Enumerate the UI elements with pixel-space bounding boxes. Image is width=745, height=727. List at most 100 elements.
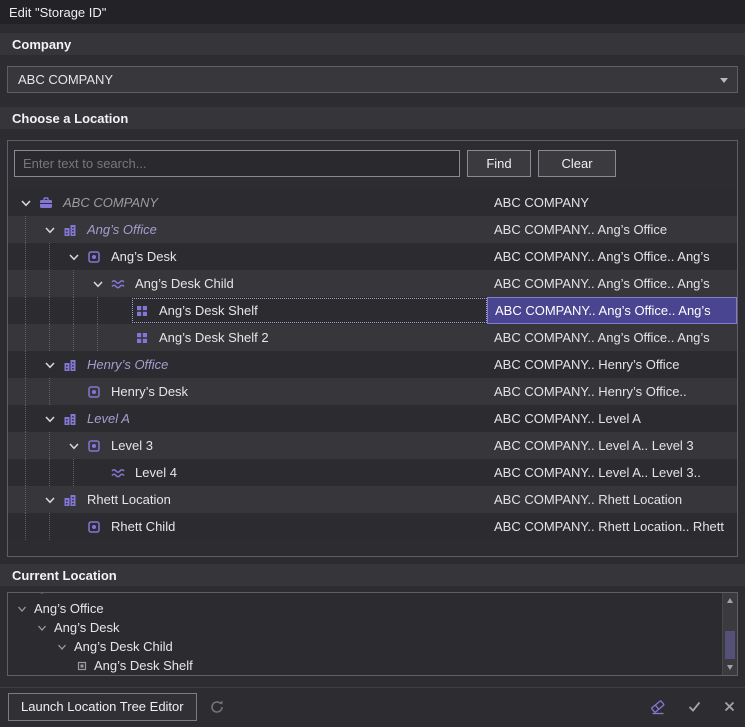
tree-guides [14,351,38,378]
tree-row[interactable]: Ang’s Desk Shelf ABC COMPANY.. Ang’s Off… [8,297,737,324]
vertical-scrollbar[interactable] [722,593,737,675]
expander-icon[interactable] [14,196,38,210]
refresh-icon[interactable] [209,699,225,715]
node-path: ABC COMPANY.. Level A [487,405,737,432]
tree-guides [14,243,62,270]
tree-row[interactable]: Henry’s Desk ABC COMPANY.. Henry’s Offic… [8,378,737,405]
current-location-row[interactable]: Ang’s Desk Shelf [8,656,737,675]
tree-row[interactable]: Level 4 ABC COMPANY.. Level A.. Level 3.… [8,459,737,486]
close-icon[interactable] [722,699,737,714]
tree-row[interactable]: Ang’s Office ABC COMPANY.. Ang’s Office [8,216,737,243]
expander-icon[interactable] [38,223,62,237]
tree-guides [14,270,86,297]
scrollbar-thumb[interactable] [725,631,735,659]
current-location-row[interactable]: Ang’s Desk Child [8,637,737,656]
current-location-row[interactable]: Ang’s Office [8,599,737,618]
tree-guides [14,405,38,432]
node-path: ABC COMPANY.. Rhett Location [487,486,737,513]
tree-guides [14,459,86,486]
node-label: Ang’s Desk Shelf [156,303,258,318]
node-label: Ang’s Office [84,222,157,237]
cl-node-glyph [16,603,32,615]
cl-node-glyph [36,622,52,634]
waves-icon [110,465,132,481]
tree-guides [14,324,110,351]
node-path: ABC COMPANY.. Level A.. Level 3 [487,432,737,459]
expander-icon[interactable] [38,493,62,507]
tree-row[interactable]: Rhett Child ABC COMPANY.. Rhett Location… [8,513,737,540]
current-location-row[interactable]: Ang’s Desk [8,618,737,637]
node-label: Rhett Child [108,519,175,534]
tree-row[interactable]: Ang’s Desk Child ABC COMPANY.. Ang’s Off… [8,270,737,297]
launch-location-tree-editor-button[interactable]: Launch Location Tree Editor [8,693,197,721]
node-path: ABC COMPANY.. Ang’s Office.. Ang’s [487,243,737,270]
node-path: ABC COMPANY.. Ang’s Office [487,216,737,243]
expander-icon[interactable] [86,277,110,291]
cl-node-label: Ang’s Desk Shelf [94,658,193,673]
scroll-up-button[interactable] [723,593,737,608]
node-path: ABC COMPANY.. Henry’s Office.. [487,378,737,405]
tree-guides [14,486,38,513]
node-path: ABC COMPANY.. Henry’s Office [487,351,737,378]
scroll-down-button[interactable] [723,660,737,675]
dropdown-arrow-icon[interactable] [720,78,728,83]
location-header-label: Choose a Location [12,111,128,126]
node-label: Level A [84,411,130,426]
tree-guides [14,513,62,540]
clipped-tree-row [8,593,737,599]
office-icon [62,492,84,508]
expander-icon[interactable] [62,250,86,264]
node-label: Ang’s Desk [108,249,177,264]
triangle-up-icon [727,598,733,603]
tree-row[interactable]: Level 3 ABC COMPANY.. Level A.. Level 3 [8,432,737,459]
node-path: ABC COMPANY.. Ang’s Office.. Ang’s [487,297,737,324]
tree-row[interactable]: Rhett Location ABC COMPANY.. Rhett Locat… [8,486,737,513]
triangle-down-icon [727,665,733,670]
clear-button[interactable]: Clear [538,150,616,177]
current-location-list: Ang’s Office Ang’s Desk Ang’s Desk Child… [8,599,737,675]
cl-node-glyph [56,641,72,653]
check-icon[interactable] [686,698,703,715]
node-path: ABC COMPANY [487,189,737,216]
node-label: Henry’s Office [84,357,168,372]
office-icon [62,222,84,238]
node-label: ABC COMPANY [60,195,158,210]
cl-node-label: Ang’s Desk [54,620,120,635]
current-location-panel: Ang’s Office Ang’s Desk Ang’s Desk Child… [7,592,738,676]
expander-icon[interactable] [38,412,62,426]
current-location-section-header: Current Location [0,564,745,586]
shelf-icon [134,303,156,319]
tree-row[interactable]: Ang’s Desk ABC COMPANY.. Ang’s Office.. … [8,243,737,270]
tree-row[interactable]: Level A ABC COMPANY.. Level A [8,405,737,432]
company-dropdown[interactable]: ABC COMPANY [7,66,738,93]
expander-icon[interactable] [62,439,86,453]
search-input[interactable] [14,150,460,177]
location-panel: Find Clear ABC COMPANY ABC COMPANY Ang’s… [7,140,738,557]
window-titlebar: Edit "Storage ID" [0,0,745,24]
window-title: Edit "Storage ID" [9,5,106,20]
node-label: Ang’s Desk Shelf 2 [156,330,269,345]
cl-node-label: Ang’s Desk Child [74,639,173,654]
tree-guides [14,432,62,459]
cl-node-glyph [76,660,92,672]
node-path: ABC COMPANY.. Ang’s Office.. Ang’s [487,324,737,351]
tree-row[interactable]: ABC COMPANY ABC COMPANY [8,189,737,216]
footer-toolbar: Launch Location Tree Editor [0,687,745,725]
find-button[interactable]: Find [467,150,531,177]
search-row: Find Clear [8,141,737,189]
company-selected-value: ABC COMPANY [18,72,113,87]
tree-row[interactable]: Ang’s Desk Shelf 2 ABC COMPANY.. Ang’s O… [8,324,737,351]
tree-row[interactable]: Henry’s Office ABC COMPANY.. Henry’s Off… [8,351,737,378]
node-label: Rhett Location [84,492,171,507]
company-section-header: Company [0,33,745,55]
tree-guides [14,378,62,405]
tree-guides [14,297,110,324]
tree-guides [14,216,38,243]
eraser-icon[interactable] [649,698,667,716]
node-label: Henry’s Desk [108,384,188,399]
node-path: ABC COMPANY.. Ang’s Office.. Ang’s [487,270,737,297]
chevron-down-icon [36,593,48,599]
node-path: ABC COMPANY.. Level A.. Level 3.. [487,459,737,486]
expander-icon[interactable] [38,358,62,372]
company-header-label: Company [12,37,71,52]
